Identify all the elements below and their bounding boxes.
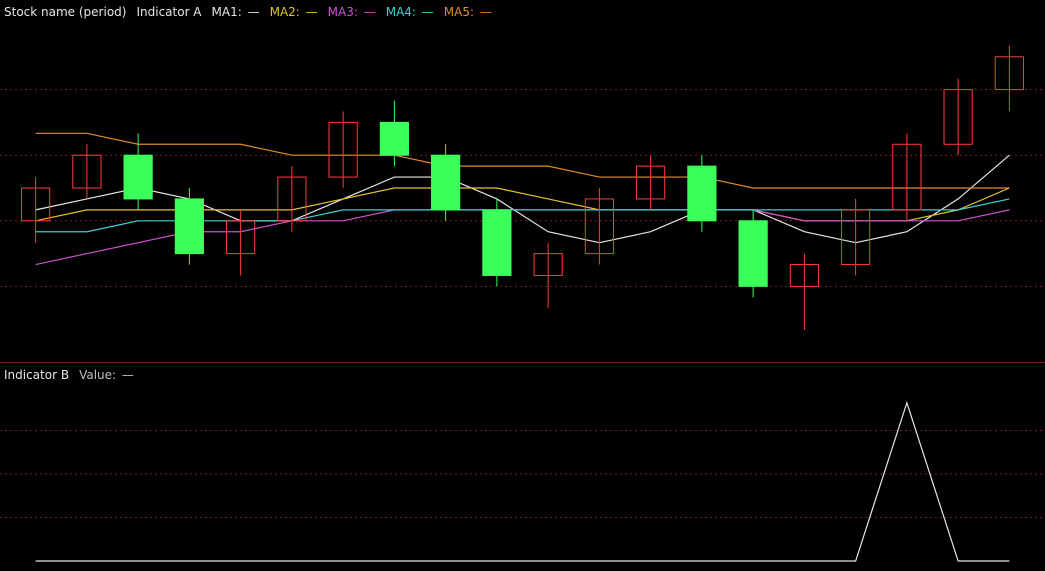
ma2-readout: MA2: —: [269, 5, 318, 19]
indicator-chart[interactable]: [0, 363, 1045, 571]
sub-value: —: [121, 368, 134, 382]
ma4-value: —: [421, 5, 434, 19]
ma1-readout: MA1: —: [211, 5, 260, 19]
ma3-value: —: [363, 5, 376, 19]
candle-body: [174, 198, 204, 255]
ma5-label: MA5: [443, 5, 470, 19]
candle-body: [482, 209, 512, 276]
series-line-ma5: [35, 132, 1010, 189]
ma5-value: —: [479, 5, 492, 19]
ma3-label: MA3: [327, 5, 354, 19]
candle-body: [123, 154, 153, 200]
ma1-value: —: [247, 5, 260, 19]
ma5-readout: MA5: —: [443, 5, 492, 19]
main-chart-pane[interactable]: Stock name (period) Indicator A MA1: — M…: [0, 0, 1045, 362]
sub-indicator-name: Indicator B: [4, 368, 70, 382]
candlestick-chart[interactable]: [0, 0, 1045, 362]
candle-body: [379, 121, 409, 156]
candle-body: [431, 154, 461, 211]
candle-body: [738, 220, 768, 287]
indicator-pane[interactable]: Indicator B Value: —: [0, 362, 1045, 571]
indicator-line: [35, 400, 1010, 562]
ma4-label: MA4: [385, 5, 412, 19]
candle-body: [687, 165, 717, 222]
ma2-label: MA2: [269, 5, 296, 19]
main-header: Stock name (period) Indicator A MA1: — M…: [4, 3, 492, 21]
stock-title: Stock name (period): [4, 5, 127, 19]
ma4-readout: MA4: —: [385, 5, 434, 19]
ma3-readout: MA3: —: [327, 5, 376, 19]
sub-header: Indicator B Value: —: [4, 366, 134, 384]
indicator-name: Indicator A: [136, 5, 202, 19]
sub-value-label: Value: [79, 368, 113, 382]
ma1-label: MA1: [211, 5, 238, 19]
ma2-value: —: [305, 5, 318, 19]
sub-value-readout: Value: —: [79, 368, 134, 382]
